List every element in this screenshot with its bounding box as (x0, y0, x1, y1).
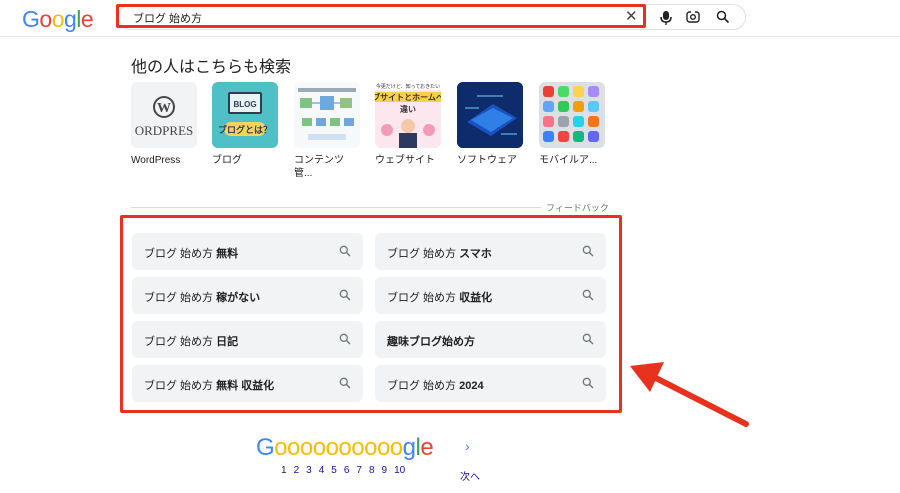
related-search-item[interactable]: 趣味ブログ始め方 (375, 321, 606, 358)
pas-item-label: コンテンツ 管... (294, 155, 344, 179)
search-icon (582, 289, 594, 301)
svg-text:今更だけど、知っておきたい: 今更だけど、知っておきたい (376, 83, 440, 90)
related-search-label: ブログ 始め方 日記 (144, 336, 239, 348)
page-number[interactable]: 10 (394, 465, 405, 476)
next-page-link[interactable]: 次へ (460, 468, 480, 483)
pagination-logo: Goooooooooogle (256, 434, 434, 462)
related-search-label: ブログ 始め方 2024 (387, 380, 484, 392)
search-icon (339, 289, 351, 301)
page-number[interactable]: 9 (382, 465, 388, 476)
svg-text:BLOG: BLOG (233, 100, 256, 109)
pas-item-mobile-app[interactable]: モバイルア... (539, 82, 609, 167)
pas-item-label: WordPress (131, 155, 181, 166)
logo-letter: e (420, 434, 434, 461)
blog-thumbnail: BLOG ブログとは？ (212, 82, 278, 148)
related-search-label: ブログ 始め方 無料 (144, 248, 239, 260)
pagination-numbers: 1 2 3 4 5 6 7 8 9 10 (281, 465, 412, 476)
logo-letter: o (51, 6, 65, 32)
related-search-item[interactable]: ブログ 始め方 2024 (375, 365, 606, 402)
search-icon (339, 245, 351, 257)
annotation-arrow-icon (630, 362, 749, 427)
related-search-label: ブログ 始め方 稼がない (144, 292, 261, 304)
page-number[interactable]: 5 (331, 465, 337, 476)
pas-item-label: ソフトウェア (457, 155, 517, 166)
search-icon (339, 377, 351, 389)
related-search-label: ブログ 始め方 収益化 (387, 292, 493, 304)
feedback-link[interactable]: フィードバック (546, 201, 609, 214)
related-search-item[interactable]: ブログ 始め方 収益化 (375, 277, 606, 314)
pas-item-wordpress[interactable]: W ORDPRES WordPress (131, 82, 201, 167)
software-thumbnail (457, 82, 523, 148)
related-search-item[interactable]: ブログ 始め方 日記 (132, 321, 363, 358)
search-icon (339, 333, 351, 345)
svg-text:ブログとは？: ブログとは？ (218, 124, 272, 135)
logo-letter: oooooooooo (274, 434, 403, 461)
svg-text:違い: 違い (400, 104, 416, 114)
pas-item-cms[interactable]: コンテンツ 管... (294, 82, 364, 180)
search-icon (582, 377, 594, 389)
related-search-label: ブログ 始め方 無料 収益化 (144, 380, 275, 392)
search-icon (582, 245, 594, 257)
page-number[interactable]: 4 (319, 465, 325, 476)
pas-item-label: ウェブサイト (375, 155, 435, 166)
related-search-item[interactable]: ブログ 始め方 スマホ (375, 233, 606, 270)
logo-letter: o (39, 6, 52, 32)
divider (131, 207, 541, 208)
search-icon[interactable] (716, 10, 730, 24)
page-number-current: 1 (281, 465, 287, 476)
camera-lens-icon[interactable] (686, 10, 700, 24)
related-search-label: 趣味ブログ始め方 (387, 336, 475, 348)
search-icon (582, 333, 594, 345)
logo-letter: g (402, 434, 416, 461)
related-search-label: ブログ 始め方 スマホ (387, 248, 492, 260)
svg-text:ブサイトとホームペ: ブサイトとホームペ (375, 92, 441, 102)
page-number[interactable]: 2 (294, 465, 300, 476)
related-search-item[interactable]: ブログ 始め方 無料 (132, 233, 363, 270)
pas-item-blog[interactable]: BLOG ブログとは？ ブログ (212, 82, 282, 167)
related-search-item[interactable]: ブログ 始め方 稼がない (132, 277, 363, 314)
wordpress-thumbnail: W ORDPRES (131, 82, 197, 148)
website-thumbnail: 今更だけど、知っておきたい ブサイトとホームペ 違い (375, 82, 441, 148)
svg-text:ORDPRES: ORDPRES (135, 123, 194, 138)
page-number[interactable]: 3 (306, 465, 312, 476)
people-also-search-title: 他の人はこちらも検索 (131, 59, 292, 76)
search-highlight-box (116, 4, 646, 28)
cms-diagram-thumbnail (294, 82, 360, 148)
page-number[interactable]: 8 (369, 465, 375, 476)
page-number[interactable]: 7 (356, 465, 362, 476)
page-number[interactable]: 6 (344, 465, 350, 476)
mobile-apps-thumbnail (539, 82, 605, 148)
svg-text:W: W (157, 101, 171, 116)
logo-letter: g (63, 6, 77, 32)
logo-letter: G (22, 6, 40, 32)
pas-item-label: モバイルア... (539, 155, 598, 166)
next-chevron-icon[interactable]: › (465, 438, 470, 454)
google-logo[interactable]: Google (22, 6, 94, 33)
pas-item-software[interactable]: ソフトウェア (457, 82, 527, 167)
related-search-item[interactable]: ブログ 始め方 無料 収益化 (132, 365, 363, 402)
microphone-icon[interactable] (659, 10, 673, 26)
pas-item-website[interactable]: 今更だけど、知っておきたい ブサイトとホームペ 違い ウェブサイト (375, 82, 445, 167)
logo-letter: G (256, 434, 275, 461)
pas-item-label: ブログ (212, 155, 242, 166)
logo-letter: e (80, 6, 94, 32)
